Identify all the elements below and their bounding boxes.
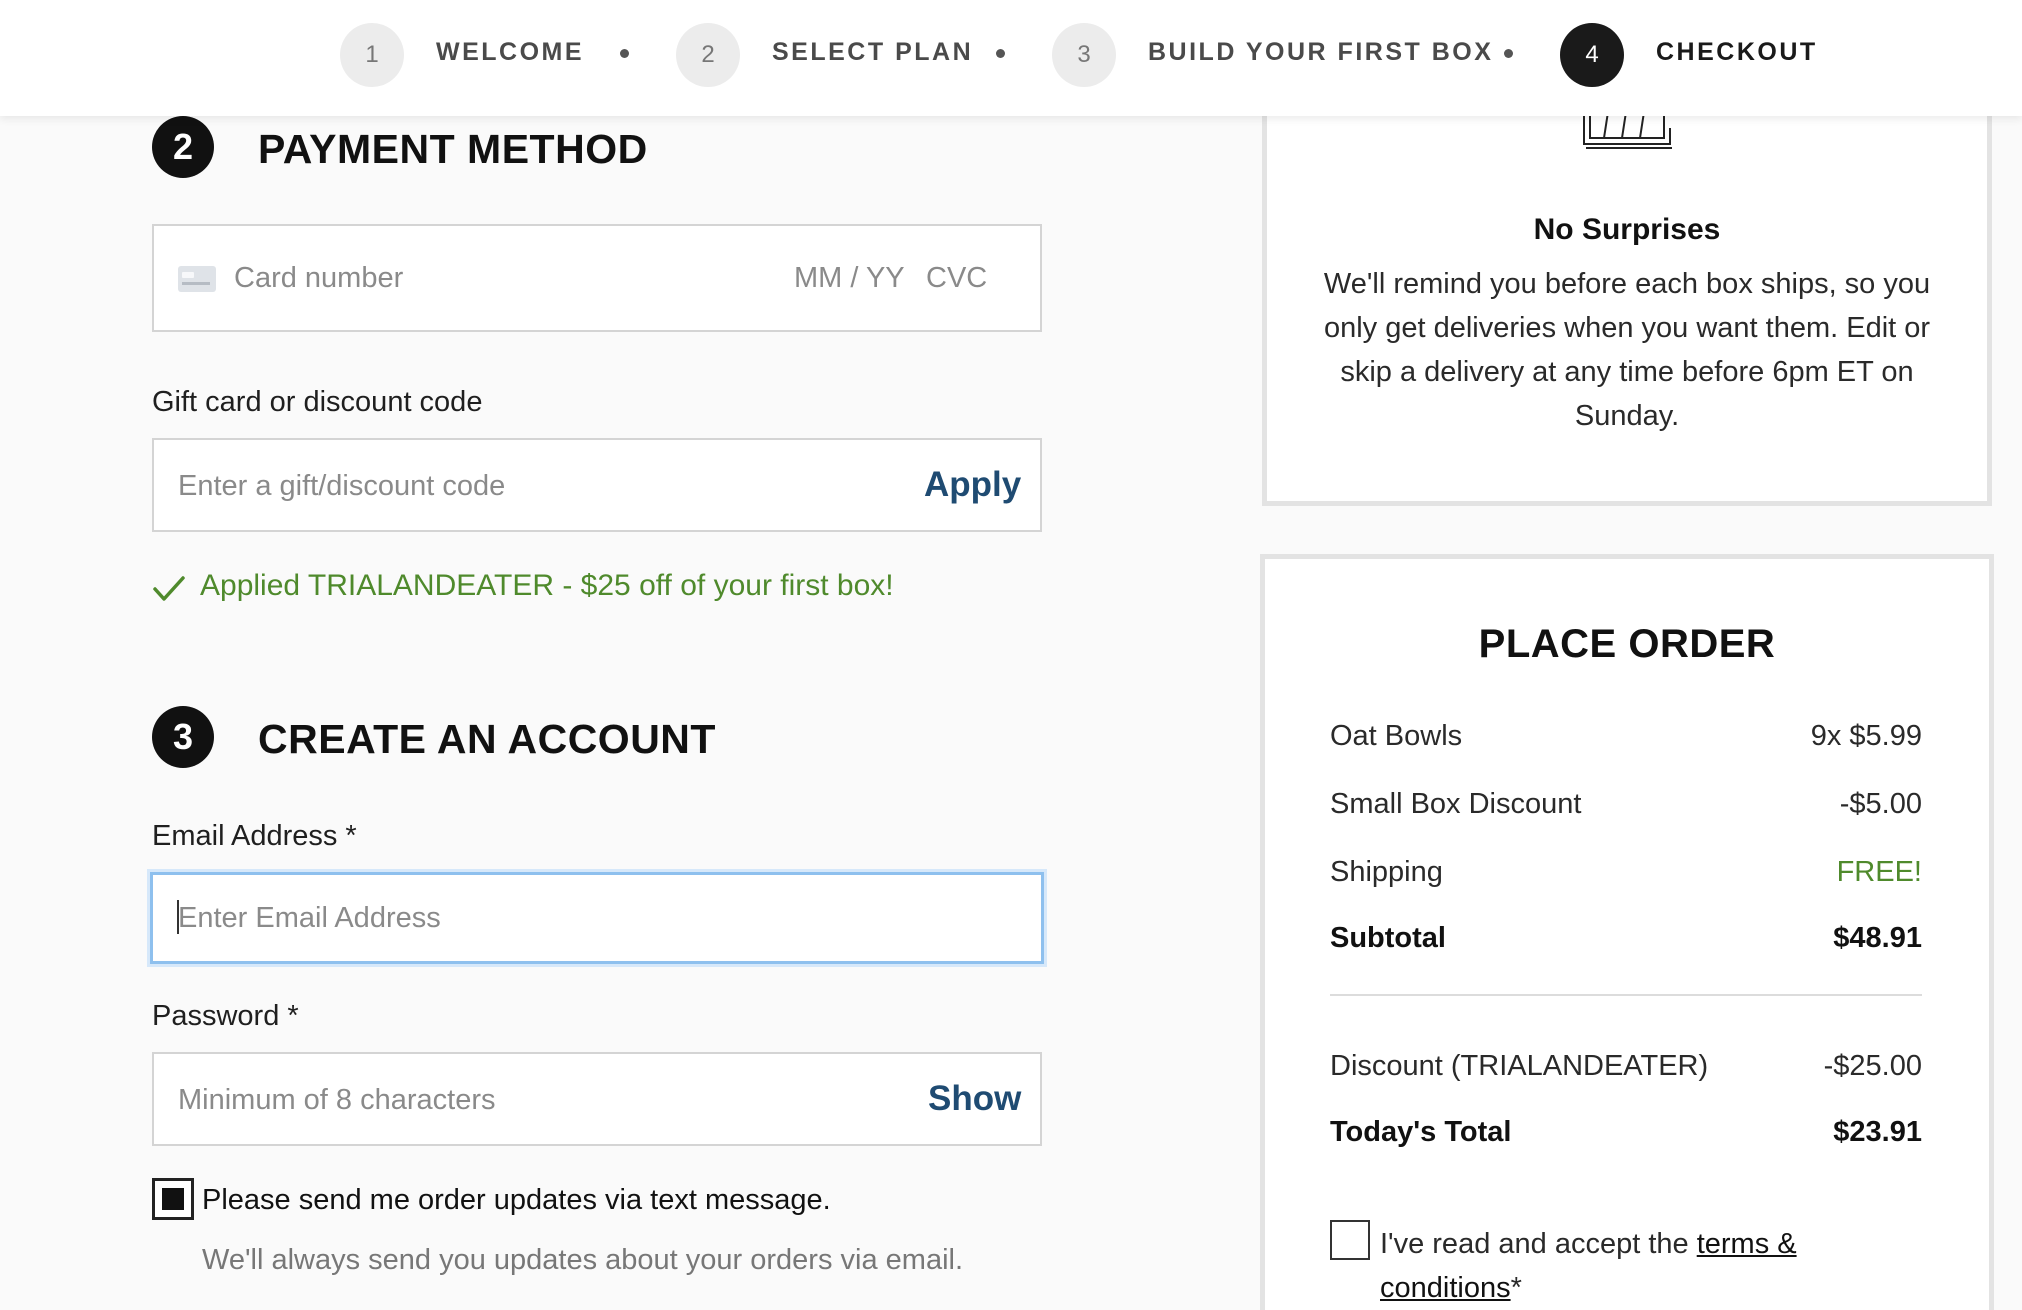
- total-value: $23.91: [1833, 1116, 1922, 1148]
- order-divider: [1330, 994, 1922, 996]
- discount-applied-message: Applied TRIALANDEATER - $25 off of your …: [200, 569, 894, 602]
- order-line-label: Discount (TRIALANDEATER): [1330, 1050, 1709, 1082]
- password-input[interactable]: Minimum of 8 characters: [178, 1082, 496, 1118]
- shipping-value: FREE!: [1836, 856, 1922, 888]
- email-updates-note: We'll always send you updates about your…: [202, 1244, 964, 1276]
- terms-checkbox[interactable]: [1330, 1220, 1370, 1260]
- order-line-label: Small Box Discount: [1330, 788, 1582, 820]
- step-separator-dot: [620, 49, 629, 58]
- card-number-input[interactable]: Card number: [234, 260, 403, 296]
- subtotal-value: $48.91: [1833, 922, 1922, 954]
- order-line-label: Oat Bowls: [1330, 720, 1463, 752]
- section-number-badge: 2: [152, 116, 214, 178]
- gift-code-label: Gift card or discount code: [152, 386, 483, 418]
- step-1-badge: 1: [340, 23, 404, 87]
- step-2-badge: 2: [676, 23, 740, 87]
- card-cvc-input[interactable]: CVC: [926, 260, 987, 296]
- no-surprises-body: We'll remind you before each box ships, …: [1323, 268, 1931, 432]
- section-number-badge: 3: [152, 706, 214, 768]
- total-label: Today's Total: [1330, 1116, 1512, 1148]
- order-line-label: Shipping: [1330, 856, 1443, 888]
- order-line-value: -$5.00: [1839, 788, 1922, 820]
- email-label: Email Address *: [152, 820, 357, 852]
- step-welcome[interactable]: WELCOME: [436, 36, 584, 68]
- step-4-badge: 4: [1560, 23, 1624, 87]
- create-account-title: CREATE AN ACCOUNT: [258, 716, 716, 762]
- subtotal-label: Subtotal: [1330, 922, 1446, 954]
- show-password-button[interactable]: Show: [928, 1079, 1021, 1119]
- checkout-progress-bar: 1 WELCOME 2 SELECT PLAN 3 BUILD YOUR FIR…: [0, 0, 2022, 116]
- payment-method-title: PAYMENT METHOD: [258, 126, 648, 172]
- terms-prefix: I've read and accept the: [1380, 1228, 1689, 1260]
- email-input[interactable]: Enter Email Address: [178, 900, 441, 936]
- sms-optin-checkbox[interactable]: [152, 1178, 194, 1220]
- checkmark-icon: [153, 576, 185, 601]
- text-cursor: [177, 900, 179, 934]
- order-line-value: 9x $5.99: [1810, 720, 1922, 752]
- apply-code-button[interactable]: Apply: [924, 465, 1021, 505]
- step-select-plan[interactable]: SELECT PLAN: [772, 36, 973, 68]
- credit-card-icon: [178, 266, 216, 292]
- no-surprises-title: No Surprises: [1533, 213, 1721, 246]
- terms-text: I've read and accept the terms & conditi…: [1380, 1222, 1860, 1310]
- step-separator-dot: [996, 49, 1005, 58]
- step-3-badge: 3: [1052, 23, 1116, 87]
- sms-optin-label[interactable]: Please send me order updates via text me…: [202, 1182, 831, 1218]
- terms-required-mark: *: [1510, 1272, 1522, 1304]
- order-line-value: -$25.00: [1823, 1050, 1922, 1082]
- step-build-box[interactable]: BUILD YOUR FIRST BOX: [1148, 36, 1493, 68]
- step-checkout: CHECKOUT: [1656, 38, 1818, 66]
- card-expiry-input[interactable]: MM / YY: [794, 260, 905, 296]
- gift-code-input[interactable]: Enter a gift/discount code: [178, 468, 505, 504]
- place-order-title: PLACE ORDER: [1478, 622, 1776, 666]
- step-separator-dot: [1504, 49, 1513, 58]
- password-label: Password *: [152, 1000, 299, 1032]
